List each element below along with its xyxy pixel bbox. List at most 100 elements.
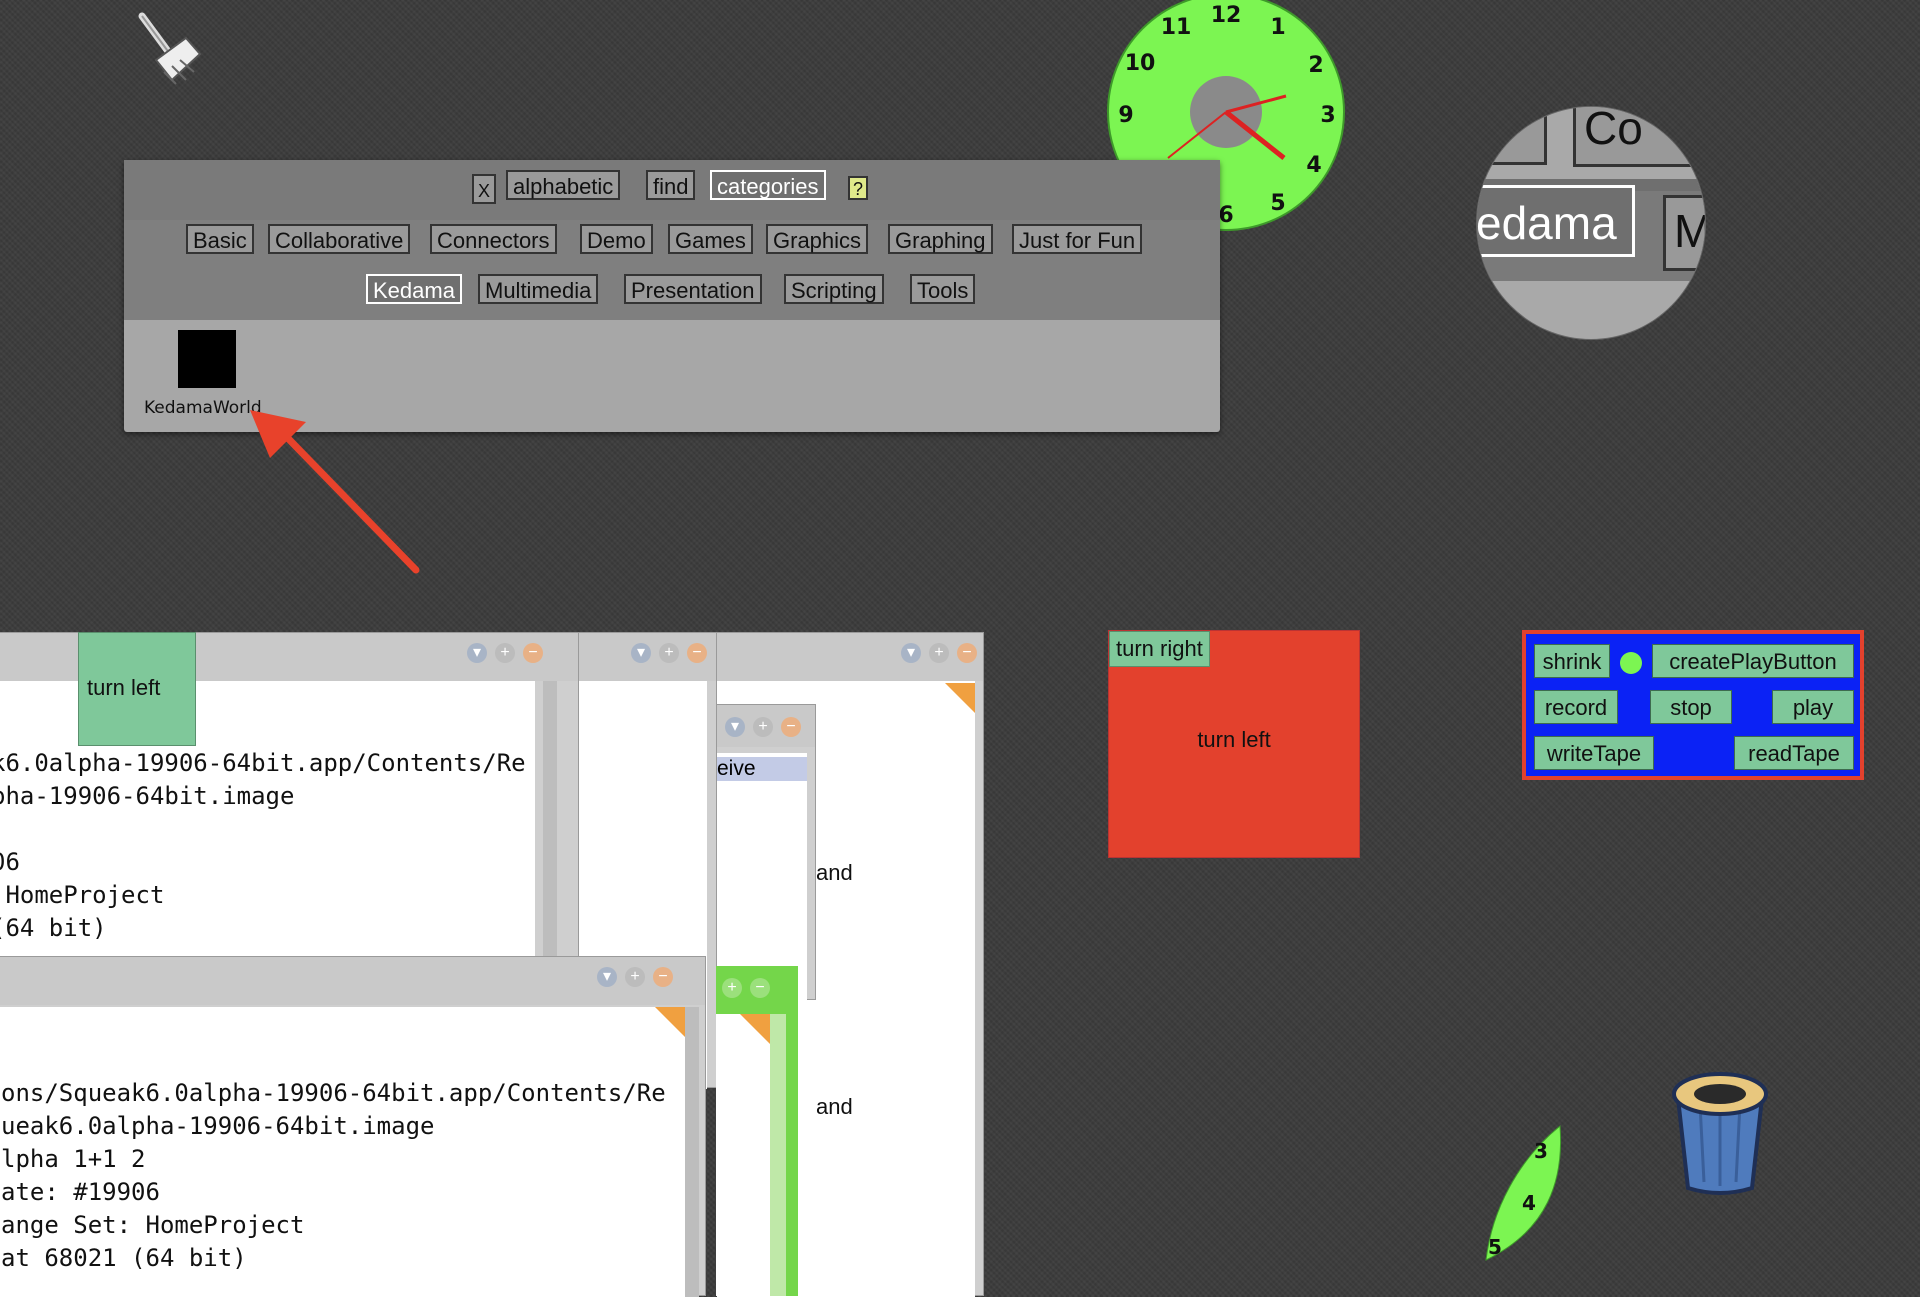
category-tools[interactable]: Tools bbox=[910, 274, 976, 304]
resize-corner-icon[interactable] bbox=[945, 683, 975, 713]
clock-number: 3 bbox=[1320, 103, 1335, 128]
tab-find[interactable]: find bbox=[646, 170, 696, 200]
category-demo[interactable]: Demo bbox=[580, 224, 653, 254]
code-line: lpha 1+1 2 bbox=[1, 1145, 146, 1173]
magnifier-text-main: edama bbox=[1477, 185, 1635, 257]
window-menu-icon[interactable]: ▾ bbox=[597, 967, 617, 987]
kedama-world-thumbnail[interactable] bbox=[178, 330, 236, 388]
leaf-number: 4 bbox=[1522, 1191, 1536, 1215]
window-collapse-icon[interactable]: − bbox=[653, 967, 673, 987]
category-multimedia[interactable]: Multimedia bbox=[478, 274, 599, 304]
clock-number: 12 bbox=[1211, 3, 1242, 28]
magnifier-text-side: M bbox=[1663, 195, 1705, 271]
inner-window[interactable]: ▾ + − eive bbox=[716, 704, 816, 1001]
read-tape-button[interactable]: readTape bbox=[1734, 736, 1854, 770]
leaf-number: 5 bbox=[1488, 1235, 1502, 1259]
play-button[interactable]: play bbox=[1772, 690, 1854, 724]
category-presentation[interactable]: Presentation bbox=[624, 274, 762, 304]
inner-window-pane[interactable]: eive bbox=[717, 753, 807, 1001]
code-line: ange Set: HomeProject bbox=[1, 1211, 305, 1239]
record-button[interactable]: record bbox=[1534, 690, 1618, 724]
category-basic[interactable]: Basic bbox=[186, 224, 254, 254]
resize-corner-icon[interactable] bbox=[655, 1007, 685, 1037]
scrollbar[interactable] bbox=[685, 1007, 699, 1297]
status-indicator bbox=[1620, 652, 1642, 674]
scrollbar[interactable] bbox=[543, 681, 557, 963]
scrollbar[interactable] bbox=[770, 1014, 786, 1296]
clock-number: 10 bbox=[1125, 51, 1156, 76]
category-scripting[interactable]: Scripting bbox=[784, 274, 884, 304]
clock-number: 1 bbox=[1270, 15, 1285, 40]
turn-left-tile[interactable]: turn left bbox=[78, 632, 196, 746]
catalog-help-button[interactable]: ? bbox=[848, 176, 868, 200]
window-collapse-icon[interactable]: − bbox=[957, 643, 977, 663]
category-graphing[interactable]: Graphing bbox=[888, 224, 993, 254]
magnifier[interactable]: Co edama M bbox=[1476, 106, 1706, 340]
create-play-button[interactable]: createPlayButton bbox=[1652, 644, 1854, 678]
list-item[interactable]: eive bbox=[717, 757, 807, 781]
turn-left-label: turn left bbox=[1197, 727, 1271, 752]
clock-number: 11 bbox=[1161, 15, 1192, 40]
workspace-text: ons/Squeak6.0alpha-19906-64bit.app/Conte… bbox=[1, 1077, 666, 1275]
window-collapse-icon[interactable]: − bbox=[781, 717, 801, 737]
window-menu-icon[interactable]: ▾ bbox=[631, 643, 651, 663]
clock-number: 9 bbox=[1118, 103, 1133, 128]
window-menu-icon[interactable]: ▾ bbox=[901, 643, 921, 663]
tab-alphabetic[interactable]: alphabetic bbox=[506, 170, 621, 200]
code-line: k6.0alpha-19906-64bit.app/Contents/Re bbox=[0, 749, 526, 777]
workspace-text: k6.0alpha-19906-64bit.app/Contents/Re pha… bbox=[0, 747, 526, 945]
clock-number: 6 bbox=[1218, 203, 1233, 228]
leaf-clock-fragment[interactable]: 3 4 5 bbox=[1478, 1120, 1570, 1266]
clock-number: 5 bbox=[1270, 191, 1285, 216]
window-expand-icon[interactable]: + bbox=[495, 643, 515, 663]
code-line: ueak6.0alpha-19906-64bit.image bbox=[1, 1112, 435, 1140]
catalog-close-button[interactable]: X bbox=[472, 174, 496, 204]
green-window[interactable]: + − bbox=[716, 966, 798, 1296]
code-line: at 68021 (64 bit) bbox=[1, 1244, 247, 1272]
code-line: (64 bit) bbox=[0, 914, 107, 942]
workspace-window-front[interactable]: ▾ + − ons/Squeak6.0alpha-19906-64bit.app/C… bbox=[0, 956, 706, 1297]
trash-can-icon[interactable] bbox=[1660, 1064, 1780, 1200]
window-expand-icon[interactable]: + bbox=[625, 967, 645, 987]
window-expand-icon[interactable]: + bbox=[929, 643, 949, 663]
resize-corner-icon[interactable] bbox=[740, 1014, 770, 1044]
window-expand-icon[interactable]: + bbox=[753, 717, 773, 737]
code-line: 06 bbox=[0, 848, 20, 876]
window-menu-icon[interactable]: ▾ bbox=[725, 717, 745, 737]
category-kedama[interactable]: Kedama bbox=[366, 274, 462, 304]
category-games[interactable]: Games bbox=[668, 224, 753, 254]
code-line: pha-19906-64bit.image bbox=[0, 782, 295, 810]
code-line: ate: #19906 bbox=[1, 1178, 160, 1206]
code-line: ons/Squeak6.0alpha-19906-64bit.app/Conte… bbox=[1, 1079, 666, 1107]
category-graphics[interactable]: Graphics bbox=[766, 224, 869, 254]
clock-number: 4 bbox=[1306, 153, 1321, 178]
category-collaborative[interactable]: Collaborative bbox=[268, 224, 411, 254]
object-catalog[interactable]: X alphabetic find categories ? Basic Col… bbox=[124, 160, 1220, 432]
window-collapse-icon[interactable]: − bbox=[750, 978, 770, 998]
category-connectors[interactable]: Connectors bbox=[430, 224, 557, 254]
stop-button[interactable]: stop bbox=[1650, 690, 1732, 724]
category-just-for-fun[interactable]: Just for Fun bbox=[1012, 224, 1143, 254]
tab-categories[interactable]: categories bbox=[710, 170, 826, 200]
clock-number: 2 bbox=[1308, 53, 1323, 78]
leaf-number: 3 bbox=[1534, 1139, 1548, 1163]
workspace-text-pane[interactable]: ons/Squeak6.0alpha-19906-64bit.app/Conte… bbox=[0, 1007, 685, 1297]
window-menu-icon[interactable]: ▾ bbox=[467, 643, 487, 663]
code-line: ​ bbox=[0, 813, 526, 846]
window-expand-icon[interactable]: + bbox=[722, 978, 742, 998]
code-fragment: and bbox=[816, 860, 853, 885]
turtle-player[interactable]: turn right turn left bbox=[1108, 630, 1360, 858]
window-collapse-icon[interactable]: − bbox=[523, 643, 543, 663]
code-fragment: and bbox=[816, 1094, 853, 1119]
shrink-button[interactable]: shrink bbox=[1534, 644, 1610, 678]
magnifier-text-top: Co bbox=[1573, 107, 1705, 167]
code-line: HomeProject bbox=[0, 881, 165, 909]
recorder-panel[interactable]: shrink createPlayButton record stop play… bbox=[1522, 630, 1864, 780]
write-tape-button[interactable]: writeTape bbox=[1534, 736, 1654, 770]
window-collapse-icon[interactable]: − bbox=[687, 643, 707, 663]
broom-icon[interactable] bbox=[128, 8, 208, 94]
turn-right-tile[interactable]: turn right bbox=[1109, 631, 1210, 667]
turn-left-tile-label: turn left bbox=[87, 675, 161, 700]
window-expand-icon[interactable]: + bbox=[659, 643, 679, 663]
annotation-arrow bbox=[250, 410, 420, 574]
